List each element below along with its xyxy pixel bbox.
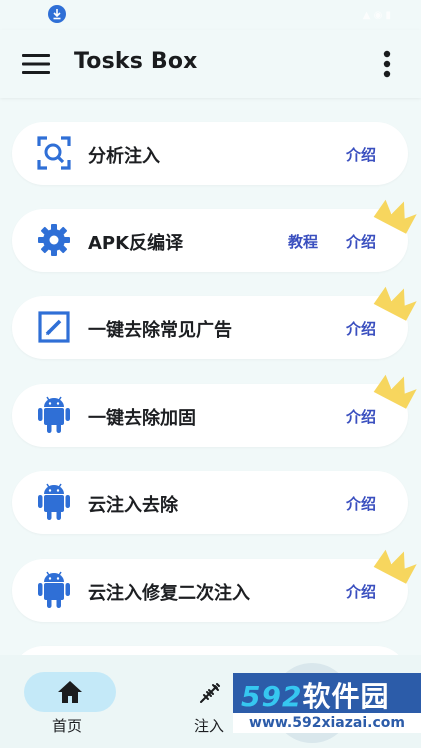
feature-card-cloud-inject-remove[interactable]: 云注入去除 介绍 — [12, 471, 408, 534]
feature-title: 分析注入 — [88, 146, 160, 167]
download-notification-icon — [48, 5, 66, 23]
feature-title: APK反编译 — [88, 233, 184, 254]
more-vert-icon — [383, 50, 391, 78]
watermark-url: www.592xiazai.com — [233, 713, 421, 733]
watermark-number: 592 — [241, 680, 303, 713]
intro-link[interactable]: 介绍 — [346, 493, 376, 514]
gear-icon — [36, 222, 72, 258]
scan-search-icon — [36, 135, 72, 171]
more-options-button[interactable] — [379, 48, 395, 80]
crown-icon — [373, 374, 417, 409]
watermark-logo: 592软件园 www.592xiazai.com — [233, 673, 421, 733]
hamburger-icon — [22, 54, 50, 74]
feature-card-remove-hardening[interactable]: 一键去除加固 介绍 — [12, 374, 417, 447]
tutorial-link[interactable]: 教程 — [288, 231, 318, 252]
crown-icon — [373, 286, 417, 321]
status-icons: ▲ ◉ ▮ — [362, 10, 391, 21]
nav-home-button[interactable] — [24, 672, 116, 712]
feature-list: 分析注入 介绍 APK反编译 教程 介绍 一键去除常见广告 介绍 一键去除加固 … — [0, 98, 421, 655]
feature-title: 云注入去除 — [88, 495, 178, 516]
feature-card-partial[interactable] — [12, 646, 408, 655]
feature-card-remove-ads[interactable]: 一键去除常见广告 介绍 — [12, 286, 417, 359]
feature-title: 一键去除常见广告 — [88, 320, 232, 341]
android-icon — [36, 396, 72, 433]
feature-title: 一键去除加固 — [88, 408, 196, 429]
status-bar: ▲ ◉ ▮ — [0, 0, 421, 30]
feature-card-analyze-inject[interactable]: 分析注入 介绍 — [12, 122, 408, 185]
home-icon — [58, 681, 82, 703]
nav-inject-label[interactable]: 注入 — [194, 715, 224, 736]
feature-title: 云注入修复二次注入 — [88, 583, 250, 604]
feature-card-cloud-inject-repair[interactable]: 云注入修复二次注入 介绍 — [12, 549, 417, 622]
crown-icon — [373, 199, 417, 234]
nav-home-label[interactable]: 首页 — [52, 715, 82, 736]
android-icon — [36, 483, 72, 520]
app-title: Tosks Box — [74, 49, 198, 74]
syringe-icon[interactable] — [198, 681, 222, 705]
feature-card-apk-decompile[interactable]: APK反编译 教程 介绍 — [12, 199, 417, 272]
intro-link[interactable]: 介绍 — [346, 144, 376, 165]
app-bar: Tosks Box — [0, 30, 421, 98]
edit-square-icon — [36, 309, 72, 345]
crown-icon — [373, 549, 417, 584]
menu-button[interactable] — [20, 50, 52, 78]
watermark-brand: 592软件园 — [241, 675, 389, 715]
android-icon — [36, 571, 72, 608]
watermark-text: 软件园 — [302, 680, 390, 713]
